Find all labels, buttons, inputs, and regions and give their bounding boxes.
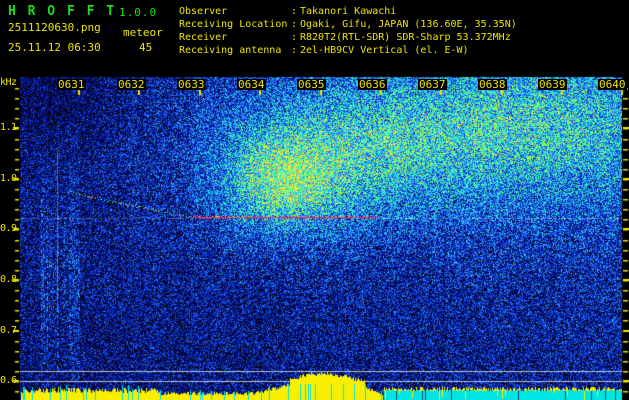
info-colon: : bbox=[291, 32, 298, 43]
time-tick-label: 0633 bbox=[177, 78, 206, 91]
info-value: 2el-HB9CV Vertical (el. E-W) bbox=[300, 45, 469, 56]
info-colon: : bbox=[291, 6, 298, 17]
time-tick-label: 0634 bbox=[237, 78, 266, 91]
frequency-axis-unit-label: kHz bbox=[0, 77, 17, 88]
time-tick-label: 0636 bbox=[358, 78, 387, 91]
hrofft-output-window: H R O F F T 1.0.0 2511120630.png meteor … bbox=[0, 0, 629, 400]
mode-label: meteor bbox=[123, 26, 163, 39]
app-version: 1.0.0 bbox=[119, 6, 158, 19]
info-label: Receiver bbox=[179, 32, 228, 43]
info-colon: : bbox=[291, 45, 298, 56]
time-tick-label: 0640 bbox=[598, 78, 627, 91]
info-label: Receiving Location bbox=[179, 19, 288, 30]
info-label: Receiving antenna bbox=[179, 45, 282, 56]
freq-tick-label: 0.9 bbox=[0, 223, 17, 234]
info-row: Receiving antenna : 2el-HB9CV Vertical (… bbox=[179, 44, 517, 57]
info-row: Receiving Location : Ogaki, Gifu, JAPAN … bbox=[179, 18, 517, 31]
datetime-label: 25.11.12 06:30 bbox=[8, 41, 101, 54]
info-colon: : bbox=[291, 19, 298, 30]
info-value: Takanori Kawachi bbox=[300, 6, 397, 17]
time-tick-label: 0637 bbox=[418, 78, 447, 91]
time-tick-label: 0631 bbox=[57, 78, 86, 91]
time-tick-label: 0638 bbox=[478, 78, 507, 91]
info-row: Receiver : R820T2(RTL-SDR) SDR-Sharp 53.… bbox=[179, 31, 517, 44]
spectrogram-canvas bbox=[0, 0, 629, 400]
filename-label: 2511120630.png bbox=[8, 21, 101, 34]
time-tick-label: 0635 bbox=[297, 78, 326, 91]
freq-tick-label: 0.8 bbox=[0, 274, 17, 285]
freq-tick-label: 1.1 bbox=[0, 122, 17, 133]
time-tick-label: 0632 bbox=[117, 78, 146, 91]
count-label: 45 bbox=[139, 41, 153, 54]
info-value: R820T2(RTL-SDR) SDR-Sharp 53.372MHz bbox=[300, 32, 511, 43]
time-tick-label: 0639 bbox=[538, 78, 567, 91]
info-value: Ogaki, Gifu, JAPAN (136.60E, 35.35N) bbox=[300, 19, 517, 30]
freq-tick-label: 0.7 bbox=[0, 325, 17, 336]
info-label: Observer bbox=[179, 6, 228, 17]
freq-tick-label: 0.6 bbox=[0, 375, 17, 386]
info-row: Observer : Takanori Kawachi bbox=[179, 5, 517, 18]
app-title: H R O F F T bbox=[8, 4, 117, 19]
observer-info-block: Observer : Takanori Kawachi Receiving Lo… bbox=[179, 5, 517, 57]
freq-tick-label: 1.0 bbox=[0, 173, 17, 184]
